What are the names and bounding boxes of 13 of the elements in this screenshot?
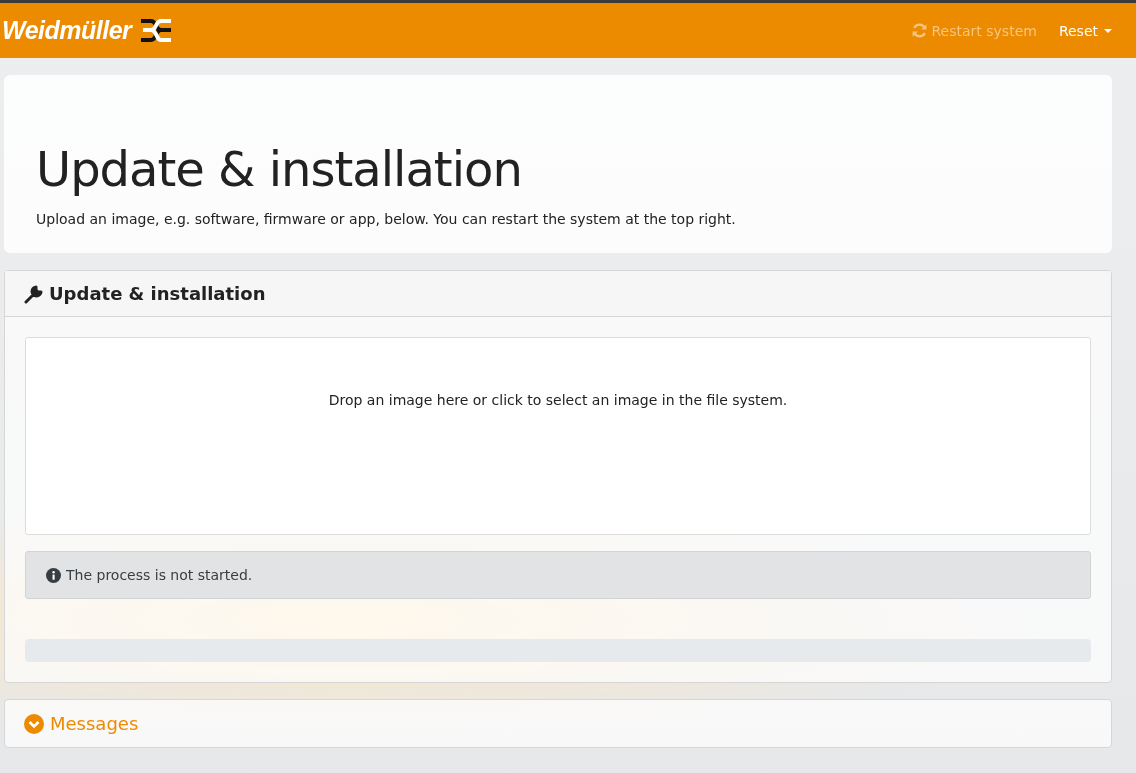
messages-toggle[interactable]: Messages — [50, 713, 139, 734]
brand-logo-text: Weidmüller — [2, 16, 132, 45]
refresh-icon — [910, 22, 928, 39]
page-title: Update & installation — [36, 141, 523, 197]
info-icon — [46, 567, 61, 583]
file-dropzone[interactable]: Drop an image here or click to select an image in the file system. — [25, 337, 1091, 535]
page-description: Upload an image, e.g. software, firmware or app, below. You can restart the system at the top right. — [36, 211, 737, 227]
wrench-icon — [24, 283, 44, 304]
logo-icon — [139, 17, 174, 44]
reset-dropdown[interactable]: Reset — [1058, 22, 1112, 39]
caret-icon — [1104, 28, 1112, 33]
status-message: The process is not started. — [66, 567, 253, 583]
panel-title: Update & installation — [49, 283, 266, 304]
